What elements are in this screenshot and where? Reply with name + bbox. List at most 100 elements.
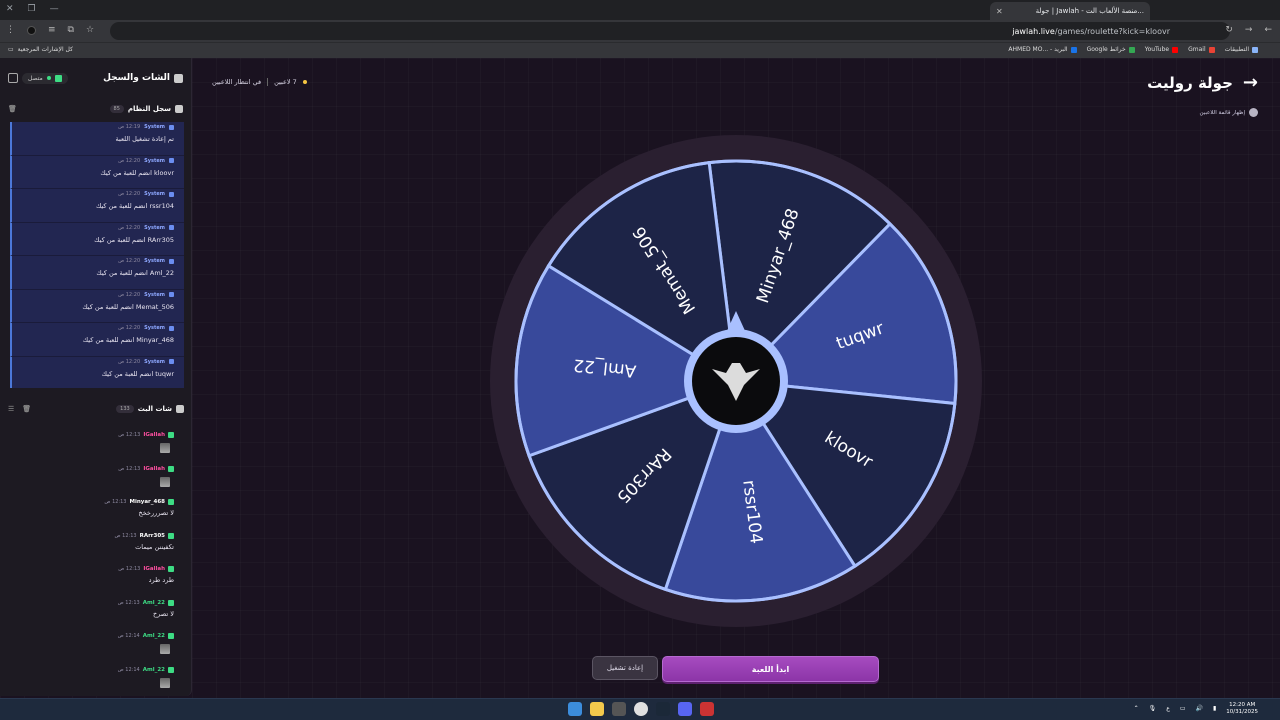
- bookmark-star-icon[interactable]: ☆: [86, 25, 94, 35]
- clear-log-icon[interactable]: 🗑: [8, 105, 17, 113]
- profile-avatar[interactable]: [27, 25, 36, 35]
- mic-icon[interactable]: 🎙: [1149, 705, 1157, 712]
- extensions-icon[interactable]: ≡: [48, 25, 56, 35]
- bookmark-youtube[interactable]: YouTube: [1145, 46, 1179, 53]
- discord-icon[interactable]: [678, 702, 692, 716]
- os-taskbar: ⌃ 🎙 ع ▭ 🔊 ▮ 12:20 AM 10/31/2025: [0, 698, 1280, 720]
- log-time: 12:20 ص: [118, 157, 141, 164]
- chat-meta: Aml_22 12:14 ص: [10, 665, 174, 673]
- roulette-wheel[interactable]: Minyar_468 tuqwr kloovr rssr104 RArr305 Aml_2…: [490, 135, 982, 627]
- bookmark-maps[interactable]: خرائط Google: [1087, 46, 1135, 53]
- reset-button[interactable]: إعادة تشغيل: [592, 656, 658, 680]
- kick-icon: [168, 666, 174, 673]
- clear-chat-icon[interactable]: 🗑: [22, 405, 31, 413]
- log-meta: System 12:20 ص: [12, 225, 174, 231]
- chat-time: 12:13 ص: [117, 599, 140, 606]
- bookmark-mail[interactable]: البريد - ...AHMED MO: [1008, 46, 1077, 53]
- chat-meta: Aml_22 12:14 ص: [10, 631, 174, 639]
- bot-icon: [169, 158, 174, 163]
- bot-icon: [169, 191, 174, 197]
- bot-icon: [169, 359, 174, 364]
- status-dot-icon: [46, 76, 51, 80]
- chat-username[interactable]: Aml_22: [143, 600, 165, 606]
- bot-icon: [169, 325, 174, 331]
- log-sender: System: [144, 157, 165, 164]
- file-explorer-icon[interactable]: [590, 702, 604, 716]
- clock[interactable]: 12:20 AM 10/31/2025: [1226, 702, 1258, 715]
- log-sender: System: [144, 224, 165, 231]
- back-icon[interactable]: ←: [1264, 25, 1272, 35]
- system-log-item: System 12:20 ص Minyar_468 انضم للعبة من كي…: [10, 323, 184, 357]
- page-title: → جولة روليت: [1147, 74, 1258, 93]
- close-window-icon[interactable]: ✕: [6, 4, 14, 14]
- live-chat-list[interactable]: IGallah 12:13 ص IGallah 12:13 ص Minyar_468 12…: [10, 430, 184, 696]
- bookmark-apps[interactable]: التطبيقات: [1225, 46, 1258, 53]
- clock-date: 10/31/2025: [1226, 708, 1258, 715]
- kick-icon: [168, 566, 174, 572]
- windows-start-icon[interactable]: [568, 702, 582, 716]
- chat-username[interactable]: RArr305: [140, 533, 165, 539]
- log-meta: System 12:20 ص: [12, 158, 174, 164]
- chat-username[interactable]: IGallah: [143, 466, 165, 472]
- chat-message: IGallah 12:13 ص: [10, 430, 184, 464]
- address-bar[interactable]: jawlah.live/games/roulette?kick=kloovr: [110, 22, 1230, 40]
- status-dot-icon: [302, 80, 307, 84]
- bookmark-list: التطبيقات Gmail YouTube خرائط Google الب…: [1008, 46, 1258, 53]
- chat-username[interactable]: Aml_22: [143, 667, 165, 673]
- collapse-sidebar-icon[interactable]: [8, 73, 18, 83]
- close-tab-icon[interactable]: ✕: [996, 7, 1003, 16]
- players-status: 7 لاعبين في انتظار اللاعبين: [212, 78, 307, 86]
- emote-image: [160, 677, 170, 688]
- chat-username[interactable]: IGallah: [143, 566, 165, 572]
- chat-meta: Aml_22 12:13 ص: [10, 598, 174, 606]
- chat-time: 12:13 ص: [114, 532, 137, 539]
- share-icon[interactable]: ⧉: [68, 25, 74, 35]
- browser-tab[interactable]: ✕ جولة | Jawlah - منصة الألعاب الت...: [990, 2, 1150, 20]
- log-text: Minyar_468 انضم للعبة من كيك: [82, 336, 174, 344]
- status-label: متصل: [28, 74, 43, 82]
- app-icon[interactable]: [700, 702, 714, 716]
- system-tray: ⌃ 🎙 ع ▭ 🔊 ▮ 12:20 AM 10/31/2025: [1134, 702, 1258, 715]
- chat-time: 12:14 ص: [117, 666, 140, 673]
- chat-message: Aml_22 12:13 ص لا تصرخ: [10, 598, 184, 632]
- taskbar-apps: [568, 702, 714, 716]
- kick-icon: [54, 74, 62, 82]
- settings-icon[interactable]: [612, 702, 626, 716]
- bot-icon: [169, 258, 174, 264]
- chrome-icon[interactable]: [634, 702, 648, 716]
- wheel-svg[interactable]: Minyar_468tuqwrkloovrrssr104RArr305Aml_2…: [490, 135, 982, 627]
- emote-image: [160, 644, 170, 654]
- log-title: سجل النظام: [127, 105, 171, 113]
- battery-icon[interactable]: ▮: [1213, 705, 1216, 712]
- forward-icon[interactable]: →: [1245, 25, 1253, 35]
- minimize-window-icon[interactable]: —: [50, 4, 59, 14]
- kick-icon: [168, 499, 174, 505]
- log-text: RArr305 انضم للعبة من كيك: [94, 235, 174, 244]
- back-arrow-icon[interactable]: →: [1243, 74, 1258, 92]
- show-players-label: إظهار قائمة اللاعبين: [1199, 109, 1245, 116]
- emote-image: [160, 443, 170, 453]
- reload-icon[interactable]: ↻: [1225, 25, 1233, 35]
- all-bookmarks[interactable]: ▭ كل الإشارات المرجعية: [8, 46, 73, 53]
- tray-chevron-icon[interactable]: ⌃: [1134, 705, 1139, 712]
- volume-icon[interactable]: 🔊: [1196, 705, 1203, 712]
- system-log-item: System 12:20 ص tuqwr انضم للعبة من كيك: [10, 356, 184, 388]
- chat-username[interactable]: Minyar_468: [129, 499, 165, 505]
- log-time: 12:20 ص: [118, 291, 141, 298]
- sidebar-title: الشات والسجل: [103, 73, 183, 83]
- kick-icon: [168, 465, 174, 472]
- window-controls: ✕ ❐ —: [6, 4, 59, 14]
- filter-icon[interactable]: ☰: [8, 405, 14, 413]
- log-text: tuqwr انضم للعبة من كيك: [101, 369, 174, 378]
- restore-window-icon[interactable]: ❐: [28, 4, 36, 14]
- bookmark-gmail[interactable]: Gmail: [1188, 46, 1215, 53]
- language-indicator[interactable]: ع: [1166, 705, 1170, 712]
- system-log-list[interactable]: System 12:19 ص تم إعادة تشغيل اللعبة System…: [10, 122, 184, 388]
- log-count: 85: [109, 105, 124, 113]
- menu-icon[interactable]: ⋮: [6, 25, 15, 35]
- network-icon[interactable]: ▭: [1180, 705, 1186, 712]
- show-players-toggle[interactable]: إظهار قائمة اللاعبين: [1199, 108, 1258, 117]
- start-game-button[interactable]: ابدأ اللعبة: [662, 656, 879, 682]
- clock-time: 12:20 AM: [1229, 702, 1256, 708]
- steam-icon[interactable]: [656, 702, 670, 716]
